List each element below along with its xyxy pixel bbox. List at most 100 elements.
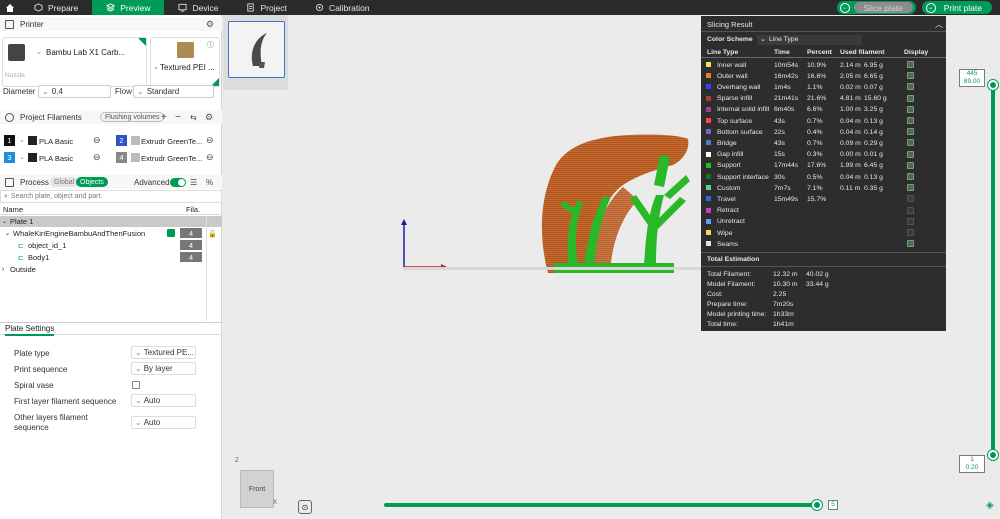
- display-checkbox[interactable]: [907, 72, 914, 80]
- printer-selector[interactable]: ⌄ Bambu Lab X1 Carb...: [2, 37, 147, 87]
- object-search-input[interactable]: ⌕ Search plate, object and part.: [0, 190, 222, 203]
- filament-slot-3[interactable]: 3 ⌄ PLA Basic ⊖: [3, 152, 108, 164]
- diameter-select[interactable]: ⌄ 0.4: [38, 85, 111, 98]
- line-type-row[interactable]: Unretract: [701, 217, 946, 227]
- line-type-row[interactable]: Support interface 30s 0.5% 0.04 m 0.13 g: [701, 172, 946, 182]
- display-checkbox[interactable]: [907, 217, 914, 225]
- tree-plate-row[interactable]: ⌄ Plate 1: [0, 216, 222, 227]
- line-type-row[interactable]: Wipe: [701, 228, 946, 238]
- filament-tag[interactable]: 4: [180, 240, 202, 250]
- global-toggle[interactable]: Global: [50, 177, 79, 187]
- line-type-row[interactable]: Travel 15m49s 15.7%: [701, 194, 946, 204]
- display-checkbox[interactable]: [907, 117, 914, 124]
- filament-slot-2[interactable]: 2 Extrudr GreenTe... ⊖: [113, 135, 221, 147]
- plate-settings-title[interactable]: Plate Settings: [5, 324, 55, 336]
- layer-range-slider[interactable]: [988, 80, 998, 460]
- view-cube-front-face[interactable]: Front: [240, 470, 274, 508]
- remove-circle-icon[interactable]: ⊖: [93, 135, 101, 146]
- display-checkbox[interactable]: [907, 150, 914, 158]
- gear-icon[interactable]: ⚙: [205, 112, 213, 123]
- display-checkbox[interactable]: [907, 184, 914, 192]
- display-checkbox[interactable]: [907, 206, 914, 214]
- gear-icon[interactable]: ⚙: [206, 19, 214, 30]
- first-layer-sequence-select[interactable]: ⌄ Auto: [131, 394, 196, 407]
- move-slider-track[interactable]: [384, 503, 819, 507]
- tab-preview[interactable]: Preview: [92, 0, 165, 15]
- plate-type-select[interactable]: ⌄ Textured PE...: [131, 346, 196, 359]
- filament-slot-1[interactable]: 1 ⌄ PLA Basic ⊖: [3, 135, 108, 147]
- tree-scroll-track[interactable]: [206, 217, 222, 321]
- view-cube[interactable]: Z Front X: [231, 455, 281, 510]
- remove-circle-icon[interactable]: ⊖: [206, 152, 214, 163]
- line-type-row[interactable]: Support 17m44s 17.6% 1.99 m 6.45 g: [701, 161, 946, 171]
- flushing-volumes-button[interactable]: Flushing volumes: [100, 112, 165, 122]
- display-checkbox[interactable]: [907, 128, 914, 136]
- info-icon[interactable]: ⓘ: [207, 40, 214, 50]
- tab-project[interactable]: Project: [232, 0, 300, 15]
- line-type-row[interactable]: Internal solid infill 6m40s 6.6% 1.00 m 3.25…: [701, 105, 946, 115]
- chevron-down-icon[interactable]: ⌄: [925, 2, 936, 13]
- line-type-row[interactable]: Bottom surface 22s 0.4% 0.04 m 0.14 g: [701, 127, 946, 137]
- remove-circle-icon[interactable]: ⊖: [206, 135, 214, 146]
- display-checkbox[interactable]: [907, 105, 914, 113]
- plate-type-selector[interactable]: ⓘ ⌄ Textured PEI ...: [150, 37, 220, 87]
- tree-object-row[interactable]: ⌄ WhaleKiriEngineBambuAndThenFusion 4 🔓: [0, 228, 222, 239]
- display-checkbox[interactable]: [907, 83, 914, 91]
- display-checkbox[interactable]: [907, 240, 914, 248]
- line-type-row[interactable]: Bridge 43s 0.7% 0.09 m 0.29 g: [701, 138, 946, 148]
- layer-slider-bottom-handle[interactable]: [988, 450, 998, 460]
- tree-outside-row[interactable]: › Outside: [0, 264, 222, 275]
- display-checkbox[interactable]: [907, 61, 914, 68]
- layer-slider-track[interactable]: [991, 86, 995, 456]
- remove-circle-icon[interactable]: ⊖: [93, 152, 101, 163]
- fit-view-icon[interactable]: ⊙: [298, 500, 312, 514]
- advanced-toggle[interactable]: [170, 178, 186, 187]
- print-sequence-select[interactable]: ⌄ By layer: [131, 362, 196, 375]
- home-icon[interactable]: [0, 0, 20, 15]
- line-type-row[interactable]: Top surface 43s 0.7% 0.04 m 0.13 g: [701, 116, 946, 126]
- line-type-row[interactable]: Inner wall 10m54s 10.9% 2.14 m 6.95 g: [701, 60, 946, 70]
- line-type-row[interactable]: Custom 7m7s 7.1% 0.11 m 0.35 g: [701, 183, 946, 193]
- plate-thumbnail[interactable]: 1: [228, 21, 285, 78]
- slice-plate-button[interactable]: ⌄ Slice plate: [836, 1, 916, 14]
- display-checkbox[interactable]: [907, 161, 914, 169]
- filament-slot-4[interactable]: 4 Extrudr GreenTe... ⊖: [113, 152, 221, 164]
- tab-device[interactable]: Device: [164, 0, 232, 15]
- add-icon[interactable]: +: [161, 112, 167, 123]
- tab-calibration[interactable]: Calibration: [301, 0, 384, 15]
- print-plate-button[interactable]: ⌄ Print plate: [921, 1, 992, 14]
- chevron-down-icon[interactable]: ⌄: [839, 2, 850, 13]
- line-type-row[interactable]: Overhang wall 1m4s 1.1% 0.02 m 0.07 g: [701, 82, 946, 92]
- display-checkbox[interactable]: [907, 139, 914, 147]
- layer-slider-top-handle[interactable]: [988, 80, 998, 90]
- bottom-layer-height: 0.20: [965, 464, 979, 471]
- move-slider-handle[interactable]: [812, 500, 822, 510]
- visible-checkbox[interactable]: [167, 229, 175, 237]
- line-type-row[interactable]: Retract: [701, 206, 946, 216]
- filament-tag[interactable]: 4: [180, 228, 202, 238]
- tree-part-row[interactable]: ⊏ object_id_1 4: [0, 240, 222, 251]
- tab-prepare[interactable]: Prepare: [20, 0, 92, 15]
- flow-select[interactable]: ⌄ Standard: [133, 85, 214, 98]
- display-checkbox[interactable]: [907, 94, 914, 102]
- color-scheme-select[interactable]: ⌄ Line Type: [757, 35, 862, 45]
- display-checkbox[interactable]: [907, 229, 914, 236]
- list-icon[interactable]: ☰: [190, 178, 197, 187]
- line-type-row[interactable]: Seams: [701, 239, 946, 249]
- display-checkbox[interactable]: [907, 173, 914, 180]
- remove-icon[interactable]: −: [175, 112, 181, 123]
- display-checkbox[interactable]: [907, 195, 914, 203]
- sync-icon[interactable]: ⇆: [190, 113, 197, 122]
- objects-toggle[interactable]: Objects: [76, 177, 108, 187]
- move-slider[interactable]: [384, 500, 824, 510]
- tree-part-row[interactable]: ⊏ Body1 4: [0, 252, 222, 263]
- line-type-row[interactable]: Outer wall 16m42s 16.6% 2.05 m 6.65 g: [701, 71, 946, 81]
- spiral-vase-checkbox[interactable]: [132, 381, 140, 389]
- line-type-row[interactable]: Sparse infill 21m41s 21.6% 4.81 m 15.60 g: [701, 94, 946, 104]
- percent-icon[interactable]: %: [206, 178, 213, 187]
- collapse-icon[interactable]: ︿: [935, 19, 943, 30]
- line-type-row[interactable]: Gap infill 15s 0.3% 0.00 m 0.01 g: [701, 150, 946, 160]
- layers-icon[interactable]: ◈: [986, 500, 994, 511]
- other-layers-sequence-select[interactable]: ⌄ Auto: [131, 416, 196, 429]
- filament-tag[interactable]: 4: [180, 252, 202, 262]
